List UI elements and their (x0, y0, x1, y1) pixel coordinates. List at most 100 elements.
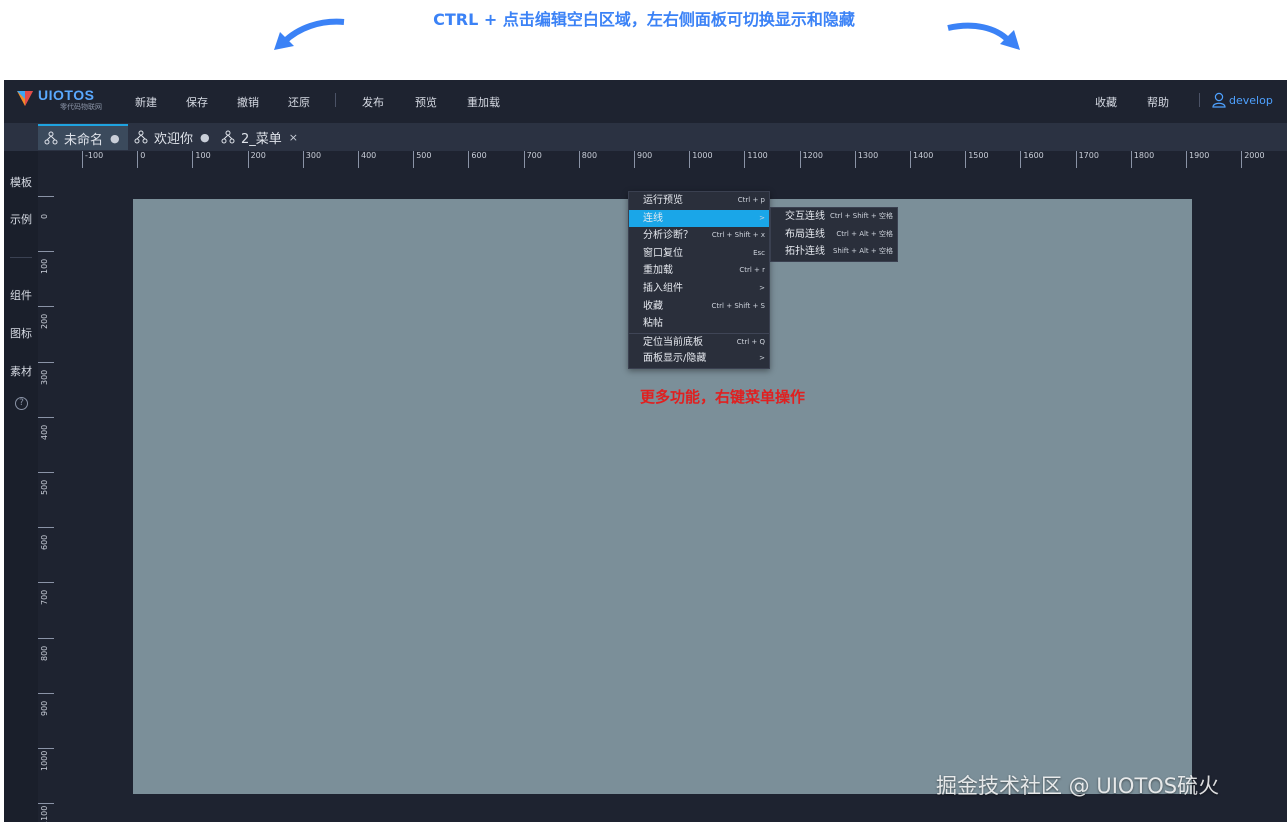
ruler-tick-label: 0 (137, 151, 145, 168)
ruler-tick-text: 0 (40, 213, 49, 219)
context-menu-item[interactable]: 连线 > (629, 209, 769, 228)
page: CTRL + 点击编辑空白区域，左右侧面板可切换显示和隐藏 UIOTOS 零代码… (0, 0, 1288, 822)
context-menu-item-label: 运行预览 (643, 195, 683, 206)
tab-welcome[interactable]: 欢迎你 ● (128, 124, 216, 150)
ruler-tick-label: 100 (38, 251, 54, 274)
logo-subtext: 零代码物联网 (60, 103, 102, 111)
ruler-tick-text: 500 (40, 479, 49, 495)
ruler-tick-label: 700 (38, 582, 54, 605)
ruler-tick-text: 300 (40, 369, 49, 385)
context-menu-item[interactable]: 面板显示/隐藏 > (629, 350, 769, 368)
ruler-tick-label: 800 (578, 151, 597, 168)
vertical-ruler: 0 100 200 300 400 500 600 700 800 900 1000 1100 (38, 168, 54, 822)
context-menu-item-shortcut: > (759, 283, 765, 292)
ruler-tick-label: 1000 (689, 151, 713, 168)
menu-publish[interactable]: 发布 (362, 94, 384, 110)
context-menu-item-shortcut: > (759, 354, 765, 363)
context-menu-item-label: 分析诊断？ (643, 230, 693, 242)
context-menu-item-label: 重加载 (643, 265, 673, 277)
nav-components[interactable]: 组件 (4, 287, 38, 303)
ruler-tick-label: 200 (38, 306, 54, 329)
tab-close-icon[interactable]: × (289, 131, 298, 144)
ruler-tick-label: 1000 (38, 748, 54, 771)
topology-icon (44, 131, 58, 145)
logo-text: UIOTOS (38, 87, 95, 103)
context-menu-item-shortcut: Ctrl + p (737, 196, 765, 204)
user-icon (1212, 92, 1226, 108)
topology-icon (134, 130, 148, 144)
menu-separator (335, 93, 336, 107)
right-click-hint-text: 更多功能，右键菜单操作 (640, 388, 806, 406)
ruler-tick-label: 1100 (744, 151, 768, 168)
context-menu-item-label: 连线 (643, 212, 663, 224)
context-menu-item[interactable]: 窗口复位 Esc (629, 245, 769, 263)
nav-examples[interactable]: 示例 (4, 211, 38, 227)
menu-redo[interactable]: 还原 (288, 94, 310, 110)
ruler-tick-label: 100 (192, 151, 211, 168)
top-menubar: UIOTOS 零代码物联网 新建 保存 撤销 还原 发布 预览 重加载 收藏 帮… (4, 80, 1287, 122)
ruler-tick-label: 800 (38, 637, 54, 661)
context-submenu-item-shortcut: Ctrl + Shift + 空格 (830, 212, 893, 220)
nav-assets[interactable]: 素材 (4, 363, 38, 379)
nav-divider (10, 257, 32, 258)
ruler-tick-label: 1500 (965, 151, 989, 168)
menu-help[interactable]: 帮助 (1147, 94, 1169, 110)
ruler-tick-text: 1000 (40, 750, 49, 771)
menu-favorites[interactable]: 收藏 (1095, 94, 1117, 110)
context-submenu-item[interactable]: 布局连线 Ctrl + Alt + 空格 (771, 226, 897, 244)
menu-new[interactable]: 新建 (135, 94, 157, 110)
help-circle-icon[interactable]: ? (15, 397, 28, 410)
tab-untitled[interactable]: 未命名 ● (38, 124, 128, 150)
curved-arrow-left-icon (274, 18, 345, 50)
context-submenu-item-label: 布局连线 (785, 228, 825, 240)
context-submenu-item-shortcut: Shift + Alt + 空格 (832, 247, 893, 255)
ruler-tick-label: 1400 (910, 151, 933, 168)
context-menu-item-shortcut: Ctrl + Shift + S (711, 301, 765, 310)
ruler-tick-label: 700 (523, 151, 542, 168)
nav-icons[interactable]: 图标 (4, 325, 38, 341)
context-menu-item-shortcut: Ctrl + Shift + x (711, 231, 765, 240)
ruler-tick-text: 200 (40, 314, 49, 330)
ruler-tick-label: 900 (38, 692, 54, 716)
ruler-tick-label: -100 (82, 151, 103, 168)
ruler-tick-text: 1100 (40, 805, 49, 822)
tab-menu[interactable]: 2_菜单 × (215, 124, 304, 150)
ruler-tick-label: 1900 (1186, 151, 1209, 168)
tab-modified-dot: ● (110, 131, 120, 145)
ruler-tick-label: 1800 (1130, 151, 1154, 168)
curved-arrow-right-icon (947, 22, 1020, 50)
ruler-tick-label: 1700 (1075, 151, 1099, 168)
ruler-tick-label: 1600 (1020, 151, 1044, 168)
context-menu-item[interactable]: 收藏 Ctrl + Shift + S (629, 298, 769, 316)
context-menu-item[interactable]: 运行预览 Ctrl + p (629, 192, 769, 210)
nav-templates[interactable]: 模板 (4, 174, 38, 190)
context-menu-item-shortcut: Ctrl + r (739, 266, 765, 275)
menu-reload[interactable]: 重加载 (467, 94, 500, 110)
menu-separator (1199, 93, 1200, 107)
context-menu-item[interactable]: 粘帖 (629, 315, 769, 333)
ruler-tick-label: 400 (38, 416, 54, 440)
context-menu-item[interactable]: 重加载 Ctrl + r (629, 262, 769, 280)
ruler-tick-text: 900 (40, 700, 49, 716)
user-account[interactable]: develop (1212, 92, 1273, 108)
menu-undo[interactable]: 撤销 (237, 94, 259, 110)
context-menu-item[interactable]: 分析诊断？ Ctrl + Shift + x (629, 227, 769, 245)
context-menu-item[interactable]: 插入组件 > (629, 280, 769, 298)
context-menu-item-shortcut: Esc (753, 248, 765, 257)
menu-save[interactable]: 保存 (186, 94, 208, 110)
context-submenu-item[interactable]: 交互连线 Ctrl + Shift + 空格 (771, 208, 897, 226)
ruler-tick-label: 600 (38, 527, 54, 550)
menu-preview[interactable]: 预览 (415, 94, 437, 110)
context-menu-item-label: 面板显示/隐藏 (643, 353, 707, 365)
context-submenu-item[interactable]: 拓扑连线 Shift + Alt + 空格 (771, 243, 897, 261)
ruler-tick-label: 500 (38, 472, 54, 495)
context-menu-item-label: 窗口复位 (643, 247, 683, 259)
ruler-tick-label: 2000 (1241, 151, 1265, 168)
top-hint-text: CTRL + 点击编辑空白区域，左右侧面板可切换显示和隐藏 (433, 10, 855, 29)
ruler-tick-label: 200 (247, 151, 266, 168)
tab-label: 未命名 (64, 132, 104, 148)
context-menu-item[interactable]: 定位当前底板 Ctrl + Q (629, 332, 769, 351)
left-side-nav: 文件 模板 示例 组件 图标 素材 ? (4, 123, 38, 822)
context-submenu-item-label: 拓扑连线 (785, 246, 825, 257)
ruler-tick-text: 400 (40, 424, 49, 440)
